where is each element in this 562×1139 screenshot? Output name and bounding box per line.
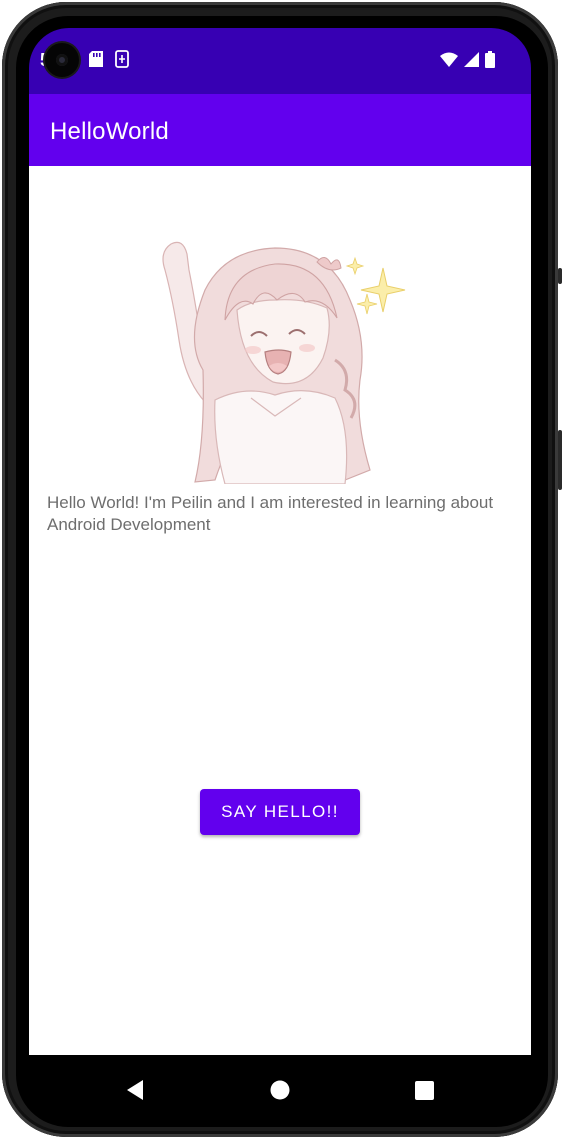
- front-camera: [45, 43, 79, 77]
- sim-icon: [115, 50, 129, 73]
- status-right-icons: [440, 51, 495, 73]
- cellular-signal-icon: [464, 52, 479, 72]
- home-icon[interactable]: [263, 1073, 297, 1107]
- phone-volume-button: [558, 430, 562, 490]
- phone-side-button: [558, 268, 562, 284]
- app-title: HelloWorld: [50, 118, 169, 145]
- app-bar: HelloWorld: [29, 94, 531, 166]
- wifi-icon: [440, 52, 458, 72]
- main-content: Hello World! I'm Peilin and I am interes…: [29, 166, 531, 1055]
- status-left-icons: [89, 50, 129, 73]
- say-hello-button[interactable]: SAY HELLO!!: [200, 789, 360, 835]
- recents-icon[interactable]: [407, 1073, 441, 1107]
- anime-girl-cheering-illustration: [162, 241, 406, 484]
- battery-icon: [485, 51, 495, 73]
- back-icon[interactable]: [118, 1073, 152, 1107]
- sd-card-icon: [89, 51, 103, 72]
- status-bar: 5: [29, 28, 531, 94]
- phone-screen: 5 HelloWorld: [29, 28, 531, 1126]
- navigation-bar: [29, 1055, 531, 1126]
- intro-text: Hello World! I'm Peilin and I am interes…: [47, 493, 494, 534]
